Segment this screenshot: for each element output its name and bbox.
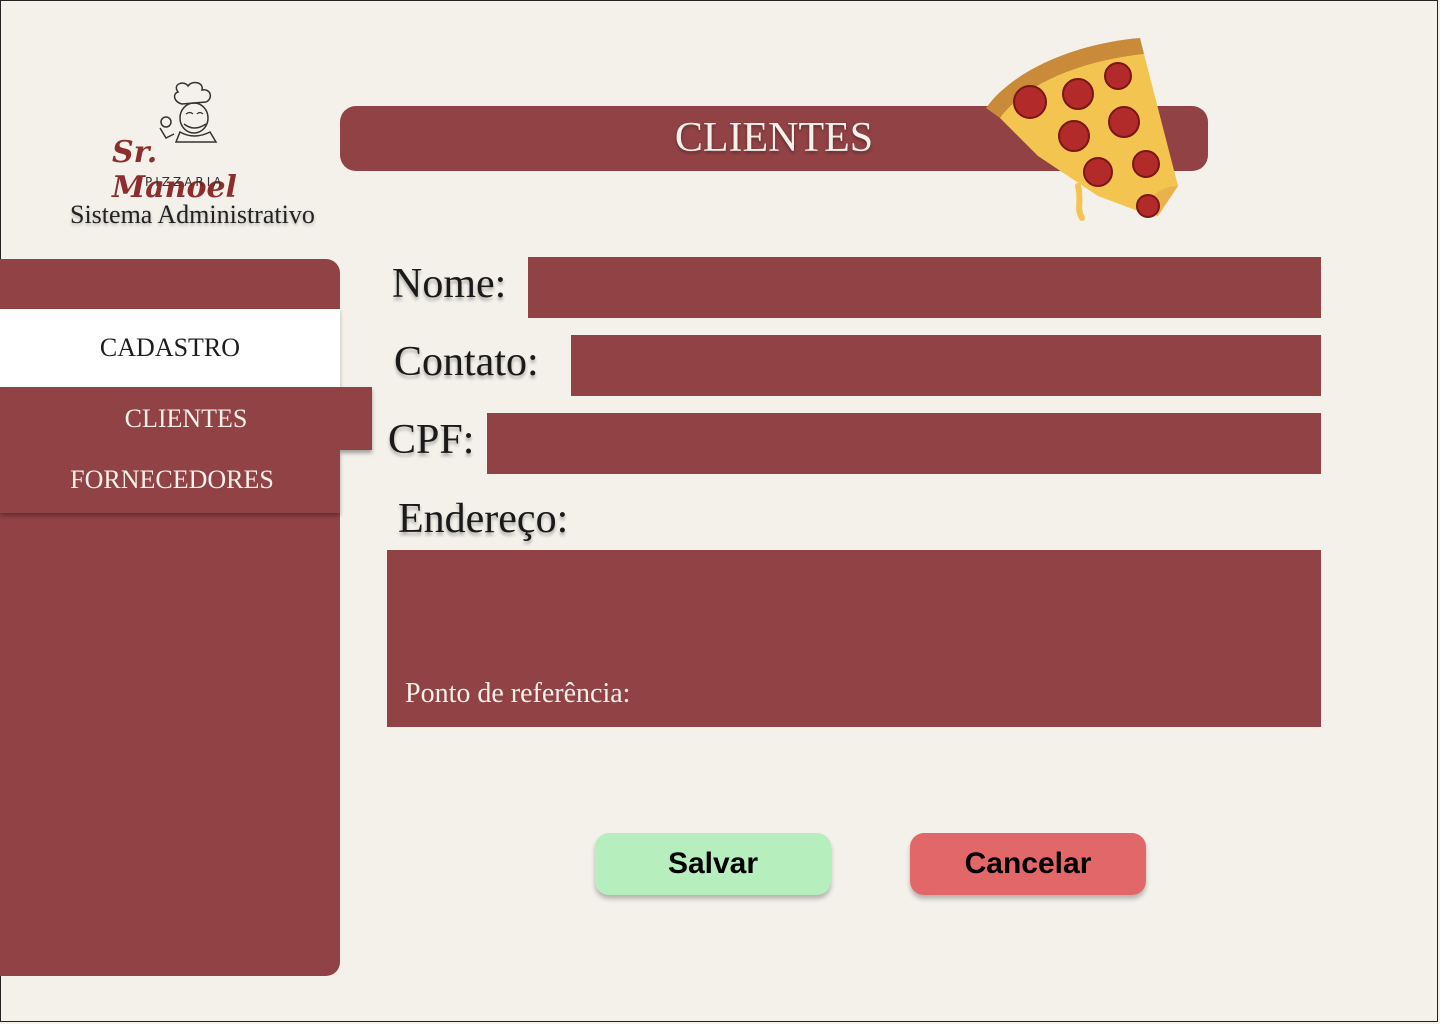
cpf-label: CPF: <box>388 417 475 463</box>
nome-field[interactable] <box>528 257 1321 318</box>
cpf-field[interactable] <box>487 413 1321 474</box>
cancel-button[interactable]: Cancelar <box>910 833 1146 895</box>
sidebar-item-cadastro[interactable]: CADASTRO <box>0 309 340 387</box>
endereco-label: Endereço: <box>398 496 569 542</box>
contato-field[interactable] <box>571 335 1321 396</box>
pizza-slice-icon <box>986 38 1178 221</box>
contato-label: Contato: <box>394 339 539 385</box>
brand-name: Sr. Manoel <box>112 135 237 205</box>
brand-subtitle: PIZZARIA <box>145 175 225 189</box>
sidebar-item-fornecedores[interactable]: FORNECEDORES <box>0 450 340 513</box>
sidebar-item-clientes[interactable]: CLIENTES <box>0 387 372 450</box>
nome-label: Nome: <box>392 261 507 307</box>
reference-point-label: Ponto de referência: <box>405 678 631 709</box>
system-title: Sistema Administrativo <box>70 200 315 229</box>
save-button[interactable]: Salvar <box>595 833 831 895</box>
